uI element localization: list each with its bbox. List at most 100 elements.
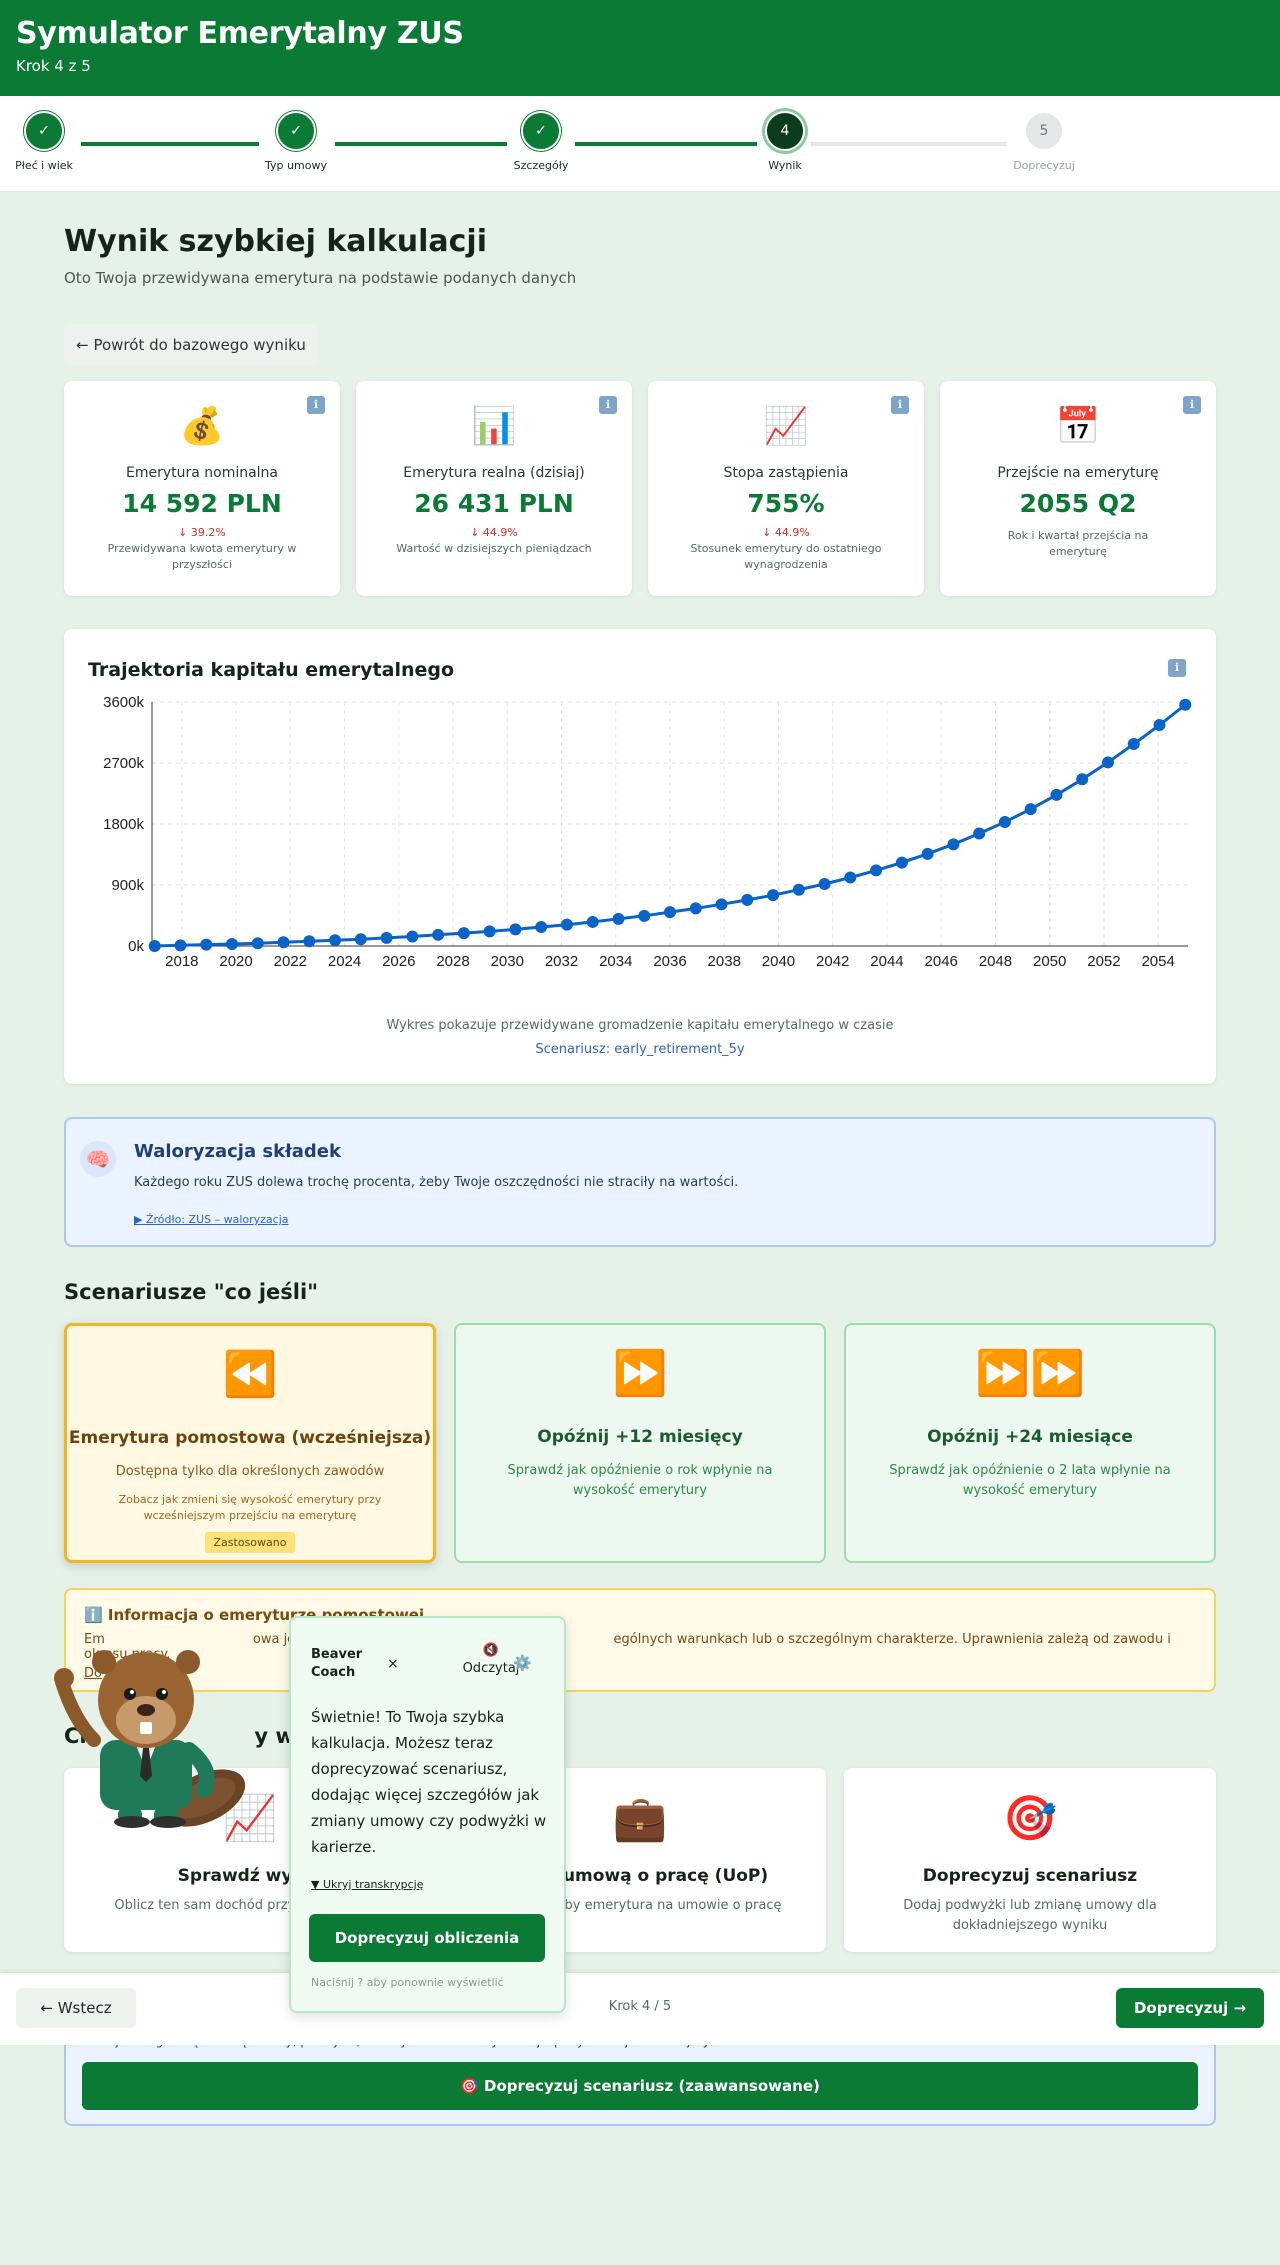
data-point xyxy=(792,883,805,896)
info-icon[interactable]: ℹ xyxy=(1183,396,1201,414)
step-indicator: Krok 4 z 5 xyxy=(16,57,91,75)
data-point xyxy=(226,937,239,950)
step-connector xyxy=(81,142,259,146)
scenario-note: Zobacz jak zmieni się wysokość emerytury… xyxy=(118,1493,382,1522)
data-point xyxy=(560,918,573,931)
app-title: Symulator Emerytalny ZUS xyxy=(16,16,464,51)
x-tick-label: 2044 xyxy=(870,953,903,970)
scenario-description: Dostępna tylko dla określonych zawodów xyxy=(115,1464,385,1479)
data-point xyxy=(947,838,960,851)
data-point xyxy=(870,864,883,877)
step-4-label: Wynik xyxy=(768,159,802,172)
coach-name-line: Coach xyxy=(311,1665,356,1680)
capital-trajectory-chart-card: Trajektoria kapitału emerytalnego ℹ 0k 90… xyxy=(64,629,1216,1084)
scenario-bridge-retirement[interactable]: ⏪ Emerytura pomostowa (wcześniejsza) Dos… xyxy=(64,1323,436,1563)
step-2-circle: ✓ xyxy=(276,111,316,151)
data-point xyxy=(1101,756,1114,769)
coach-refine-button[interactable]: Doprecyzuj obliczenia xyxy=(309,1914,545,1962)
brain-icon: 🧠 xyxy=(80,1141,116,1177)
hide-transcript-link[interactable]: ▼ Ukryj transkrypcję xyxy=(311,1878,424,1891)
data-point xyxy=(844,871,857,884)
close-icon[interactable]: × xyxy=(387,1656,399,1672)
money-bag-icon: 💰 xyxy=(179,406,225,447)
x-tick-label: 2040 xyxy=(762,953,795,970)
data-point xyxy=(638,909,651,922)
target-icon: 🎯 xyxy=(1002,1793,1058,1844)
stat-value: 2055 Q2 xyxy=(1019,489,1137,518)
y-tick-label: 900k xyxy=(111,877,144,894)
x-tick-label: 2024 xyxy=(328,953,361,970)
x-tick-label: 2038 xyxy=(708,953,741,970)
step-3-label: Szczegóły xyxy=(513,159,569,172)
data-point xyxy=(664,906,676,919)
step-5-label: Doprecyzuj xyxy=(1013,159,1075,172)
info-icon[interactable]: ℹ xyxy=(1168,659,1186,677)
data-point xyxy=(509,923,522,936)
option-refine-scenario[interactable]: 🎯 Doprecyzuj scenariusz Dodaj podwyżki l… xyxy=(844,1768,1216,1952)
scenarios-heading: Scenariusze "co jeśli" xyxy=(64,1280,319,1304)
beaver-mascot-icon xyxy=(54,1650,246,1828)
result-header: Wynik szybkiej kalkulacji Oto Twoja prze… xyxy=(64,224,1216,287)
chart-title: Trajektoria kapitału emerytalnego xyxy=(88,659,455,681)
stat-label: Przejście na emeryturę xyxy=(997,465,1159,481)
step-1-label: Płeć i wiek xyxy=(15,159,73,172)
y-tick-label: 3600k xyxy=(103,694,144,711)
x-tick-label: 2030 xyxy=(491,953,524,970)
stat-change: ↓ 39.2% xyxy=(178,526,226,539)
gear-icon[interactable]: ⚙️ xyxy=(513,1654,532,1672)
stat-description: Stosunek emerytury do ostatniego wynagro… xyxy=(690,542,882,571)
x-tick-label: 2022 xyxy=(274,953,307,970)
scenario-delay-12[interactable]: ⏩ Opóźnij +12 miesięcy Sprawdź jak opóźn… xyxy=(454,1323,826,1563)
data-point xyxy=(174,939,187,952)
valorization-source-link[interactable]: ▶ Źródło: ZUS – waloryzacja xyxy=(134,1213,289,1226)
beaver-coach-popup: Beaver Coach × 🔇 Odczytaj ⚙️ Świetnie! To… xyxy=(289,1616,566,2013)
scenario-title: Opóźnij +12 miesięcy xyxy=(537,1427,743,1447)
advanced-refine-button[interactable]: 🎯 Doprecyzuj scenariusz (zaawansowane) xyxy=(82,2062,1198,2110)
stat-card-real: ℹ 📊 Emerytura realna (dzisiaj) 26 431 PL… xyxy=(356,381,632,596)
x-tick-label: 2042 xyxy=(816,953,849,970)
back-to-base-button[interactable]: ← Powrót do bazowego wyniku xyxy=(64,324,318,366)
info-icon[interactable]: ℹ xyxy=(891,396,909,414)
chart-increasing-icon: 📈 xyxy=(763,406,809,447)
data-point xyxy=(200,938,213,951)
next-button[interactable]: Doprecyzuj → xyxy=(1116,1988,1264,2028)
x-tick-label: 2046 xyxy=(925,953,958,970)
step-connector xyxy=(575,142,757,146)
x-tick-label: 2052 xyxy=(1087,953,1120,970)
stat-card-nominal: ℹ 💰 Emerytura nominalna 14 592 PLN ↓ 39.… xyxy=(64,381,340,596)
stat-description: Przewidywana kwota emerytury w przyszłoś… xyxy=(107,542,297,571)
data-point xyxy=(1179,698,1192,711)
data-point xyxy=(715,898,728,911)
applied-badge: Zastosowano xyxy=(204,1532,296,1553)
y-tick-label: 2700k xyxy=(103,755,144,772)
info-icon[interactable]: ℹ xyxy=(307,396,325,414)
x-tick-label: 2026 xyxy=(382,953,415,970)
data-point xyxy=(1076,773,1089,786)
data-point xyxy=(432,928,445,941)
stat-card-retirement-date: ℹ 📅 Przejście na emeryturę 2055 Q2 Rok i… xyxy=(940,381,1216,596)
info-icon[interactable]: ℹ xyxy=(599,396,617,414)
step-connector xyxy=(335,142,507,146)
x-tick-label: 2034 xyxy=(599,953,632,970)
step-connector xyxy=(811,142,1006,146)
data-point xyxy=(354,933,367,946)
data-point xyxy=(741,893,754,906)
valorization-info-box: 🧠 Waloryzacja składek Każdego roku ZUS d… xyxy=(64,1117,1216,1247)
data-point xyxy=(303,935,316,948)
data-point xyxy=(380,931,393,944)
step-1-circle: ✓ xyxy=(24,111,64,151)
data-point xyxy=(689,902,702,915)
data-point xyxy=(1153,719,1166,732)
stat-card-replacement: ℹ 📈 Stopa zastąpienia 755% ↓ 44.9% Stosu… xyxy=(648,381,924,596)
fast-forward-icon: ⏩ xyxy=(612,1348,668,1399)
data-point xyxy=(973,827,986,840)
scenario-title: Opóźnij +24 miesiące xyxy=(927,1427,1133,1447)
bridge-info-text: Emowa jest dostępególnych warunkach lub … xyxy=(84,1632,1196,1662)
data-point xyxy=(921,847,934,860)
step-5-circle: 5 xyxy=(1024,111,1064,151)
scenario-delay-24[interactable]: ⏩⏩ Opóźnij +24 miesiące Sprawdź jak opóź… xyxy=(844,1323,1216,1563)
x-tick-label: 2048 xyxy=(979,953,1012,970)
page-subtitle: Oto Twoja przewidywana emerytura na pods… xyxy=(64,269,577,287)
step-2-label: Typ umowy xyxy=(265,159,327,172)
data-point xyxy=(483,925,496,938)
